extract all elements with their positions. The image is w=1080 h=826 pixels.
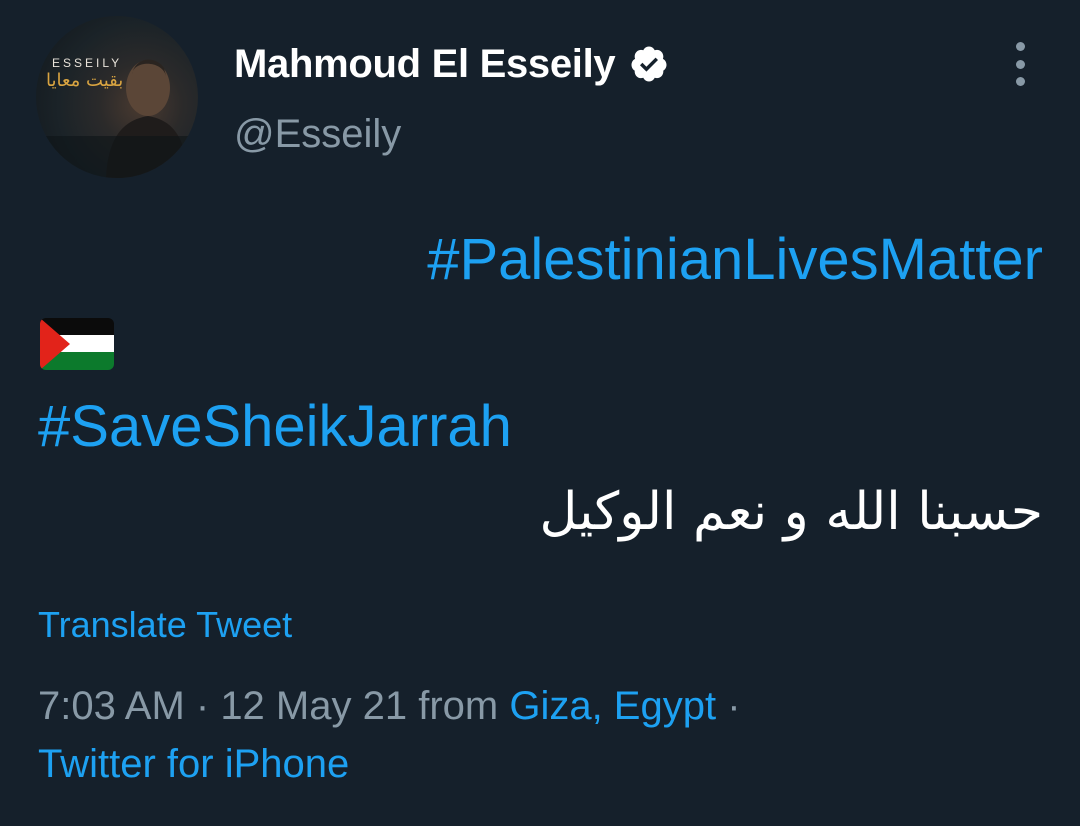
- more-vertical-icon[interactable]: [1004, 42, 1036, 86]
- display-name[interactable]: Mahmoud El Esseily: [234, 42, 616, 87]
- hashtag-palestinian-lives-matter[interactable]: #PalestinianLivesMatter: [427, 226, 1043, 293]
- author-name-row: Mahmoud El Esseily: [234, 38, 669, 90]
- avatar-portrait-icon: [36, 59, 198, 178]
- tweet-card: ESSEILY بقيت معايا Mahmoud El Esseily @E…: [0, 0, 1080, 826]
- tweet-time[interactable]: 7:03 AM: [38, 684, 185, 728]
- more-dot: [1015, 42, 1025, 51]
- palestine-flag-icon: [40, 318, 114, 370]
- more-dot: [1015, 59, 1025, 69]
- avatar[interactable]: ESSEILY بقيت معايا: [36, 16, 198, 178]
- avatar-brand-text: ESSEILY: [52, 56, 123, 70]
- more-dot: [1015, 77, 1025, 86]
- meta-separator-trailing: ·: [716, 684, 741, 728]
- hashtag-save-sheik-jarrah[interactable]: #SaveSheikJarrah: [38, 393, 512, 460]
- from-label: from: [407, 684, 510, 728]
- translate-tweet-link[interactable]: Translate Tweet: [38, 604, 292, 646]
- tweet-date[interactable]: 12 May 21: [220, 684, 407, 728]
- author-handle[interactable]: @Esseily: [234, 112, 401, 157]
- tweet-meta: 7:03 AM · 12 May 21 from Giza, Egypt ·: [38, 684, 741, 729]
- location-link[interactable]: Giza, Egypt: [509, 684, 716, 728]
- tweet-arabic-text: حسبنا الله و نعم الوكيل: [539, 482, 1043, 542]
- meta-separator: ·: [184, 684, 221, 728]
- client-link[interactable]: Twitter for iPhone: [38, 742, 349, 787]
- avatar-script-text: بقيت معايا: [46, 70, 124, 91]
- verified-badge-icon: [631, 46, 667, 82]
